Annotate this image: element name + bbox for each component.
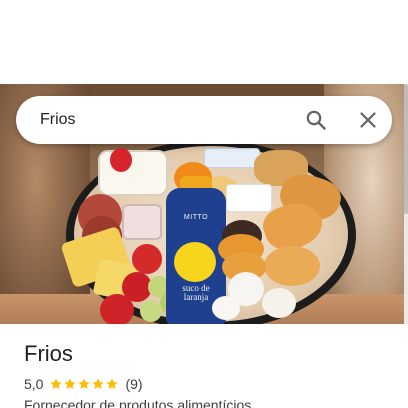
star-icon <box>92 378 105 390</box>
photo-strawberry <box>100 294 134 324</box>
star-icon <box>50 378 63 390</box>
photo-ribbon-bow <box>226 184 272 212</box>
search-bar[interactable]: Frios <box>16 96 392 144</box>
scrollbar-thumb[interactable] <box>404 84 408 214</box>
scrollbar[interactable] <box>404 84 408 324</box>
photo-meringue <box>262 288 296 318</box>
photo-meringue <box>212 296 240 320</box>
photo-bottle-brand: MITTO <box>183 214 209 221</box>
rating-value: 5,0 <box>24 376 44 392</box>
photo-strawberry <box>132 244 162 274</box>
rating-stars <box>49 377 119 391</box>
photo-bottle-label: suco de laranja <box>182 283 210 302</box>
rating-row[interactable]: 5,0 (9) <box>24 375 143 393</box>
star-icon <box>78 378 91 390</box>
search-input[interactable]: Frios <box>40 96 76 144</box>
close-icon[interactable] <box>356 108 380 132</box>
search-icon[interactable] <box>304 108 328 132</box>
photo-grape <box>140 300 162 322</box>
star-icon <box>64 378 77 390</box>
photo-strawberry <box>110 148 132 172</box>
star-icon <box>106 378 119 390</box>
photo-butter <box>204 148 260 168</box>
place-title: Frios <box>24 341 73 366</box>
photo-croissant <box>264 246 320 286</box>
photo-cream-jar <box>98 150 168 196</box>
review-count[interactable]: (9) <box>125 376 142 392</box>
place-category: Fornecedor de produtos alimentícios <box>24 397 252 408</box>
top-blank-area <box>0 0 408 84</box>
photo-bottle-orange-graphic <box>174 242 216 282</box>
photo-jam-jar <box>122 204 162 240</box>
